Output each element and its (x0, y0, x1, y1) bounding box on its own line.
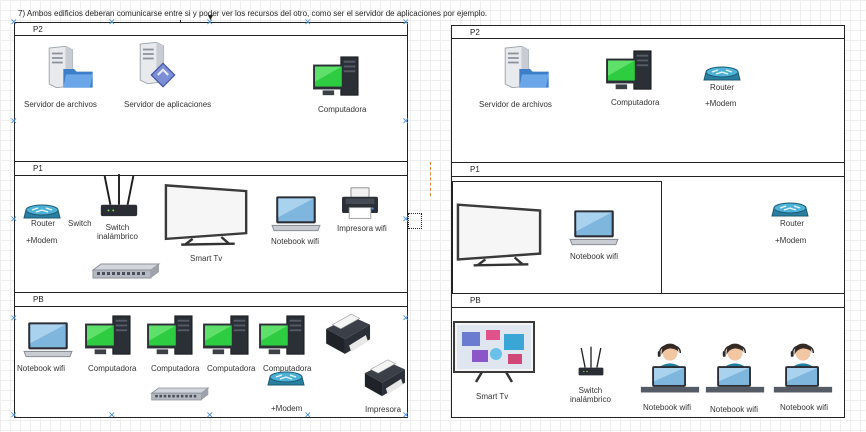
resize-handle[interactable]: ✕ (304, 411, 312, 420)
printer-label: Impresora (365, 405, 402, 414)
computer-icon[interactable] (605, 49, 655, 93)
floor-label: P2 (33, 25, 43, 34)
computer-icon[interactable] (84, 314, 134, 358)
smart-tv-icon[interactable] (164, 182, 250, 248)
switch-label: Switch (68, 219, 92, 228)
notebook-label: Notebook wifi (780, 403, 829, 412)
wireless-switch-label-line2: inalámbrico (97, 232, 138, 241)
notebook-label: Notebook wifi (17, 364, 66, 373)
wireless-switch-label: Switch inalámbrico (97, 223, 138, 241)
resize-handle[interactable]: ✕ (402, 215, 410, 224)
computer-icon[interactable] (312, 55, 362, 99)
wireless-switch-label-line1: Switch (578, 386, 603, 395)
modem-label: +Modem (26, 236, 58, 245)
printer-icon[interactable] (358, 356, 408, 398)
wireless-switch-label-line2: inalámbrico (570, 395, 611, 404)
resize-handle[interactable]: ✕ (402, 314, 410, 323)
floor-label: PB (33, 295, 44, 304)
printer-icon[interactable] (318, 310, 374, 356)
notebook-icon[interactable] (270, 194, 322, 234)
resize-handle[interactable]: ✕ (402, 18, 410, 27)
connector-line-dashed (430, 162, 431, 196)
person-notebook-icon[interactable] (772, 338, 834, 400)
modem-label: +Modem (705, 99, 737, 108)
resize-handle[interactable]: ✕ (402, 411, 410, 420)
smart-tv-label: Smart Tv (476, 392, 509, 401)
modem-label: +Modem (775, 236, 807, 245)
printer-icon[interactable] (340, 186, 380, 222)
notebook-label: Notebook wifi (570, 252, 619, 261)
person-notebook-icon[interactable] (639, 338, 701, 400)
app-server-label: Servidor de aplicaciones (124, 100, 212, 109)
notebook-icon[interactable] (568, 208, 620, 248)
wireless-switch-label: Switch inalámbrico (570, 386, 611, 404)
computer-label: Computadora (611, 98, 660, 107)
network-switch-icon[interactable] (150, 386, 210, 402)
file-server-label: Servidor de archivos (24, 100, 97, 109)
router-icon[interactable] (702, 62, 742, 84)
notebook-label: Notebook wifi (643, 403, 692, 412)
selection-box[interactable] (408, 213, 422, 229)
smart-tv-label: Smart Tv (190, 254, 223, 263)
floor-label: P2 (470, 28, 480, 37)
resize-handle[interactable]: ✕ (206, 18, 214, 27)
smart-tv-icon[interactable] (452, 320, 536, 386)
computer-label: Computadora (88, 364, 137, 373)
smart-tv-icon[interactable] (456, 202, 544, 268)
router-icon[interactable] (770, 198, 810, 220)
resize-handle[interactable]: ✕ (402, 117, 410, 126)
folder-icon (62, 64, 94, 90)
resize-handle[interactable]: ✕ (206, 411, 214, 420)
computer-label: Computadora (151, 364, 200, 373)
wireless-switch-icon[interactable] (97, 174, 141, 222)
task-title: 7) Ambos edificios deberan comunicarse e… (18, 9, 488, 18)
file-server-label: Servidor de archivos (479, 100, 552, 109)
resize-handle[interactable]: ✕ (10, 18, 18, 27)
computer-label: Computadora (318, 105, 367, 114)
router-icon[interactable] (266, 367, 306, 389)
resize-handle[interactable]: ✕ (10, 117, 18, 126)
computer-icon[interactable] (202, 314, 252, 358)
notebook-icon[interactable] (22, 320, 74, 360)
router-label: Router (780, 219, 805, 228)
router-label: Router (31, 219, 56, 228)
printer-label: Impresora wifi (337, 224, 387, 233)
app-icon (150, 62, 176, 88)
computer-icon[interactable] (258, 314, 308, 358)
router-label: Router (710, 83, 735, 92)
resize-handle[interactable]: ✕ (10, 314, 18, 323)
floor-label: P1 (470, 165, 480, 174)
resize-handle[interactable]: ✕ (304, 18, 312, 27)
modem-label: +Modem (271, 404, 303, 413)
resize-handle[interactable]: ✕ (10, 411, 18, 420)
notebook-label: Notebook wifi (271, 237, 320, 246)
resize-handle[interactable]: ✕ (108, 411, 116, 420)
resize-handle[interactable]: ✕ (108, 18, 116, 27)
network-switch-icon[interactable] (90, 262, 162, 280)
floor-label: PB (470, 296, 481, 305)
notebook-label: Notebook wifi (710, 405, 759, 414)
person-notebook-icon[interactable] (704, 338, 766, 400)
wireless-switch-label-line1: Switch (105, 223, 130, 232)
resize-handle[interactable]: ✕ (10, 215, 18, 224)
wireless-switch-icon[interactable] (576, 346, 606, 380)
folder-icon (518, 64, 550, 90)
floor-label: P1 (33, 164, 43, 173)
computer-icon[interactable] (146, 314, 196, 358)
computer-label: Computadora (207, 364, 256, 373)
